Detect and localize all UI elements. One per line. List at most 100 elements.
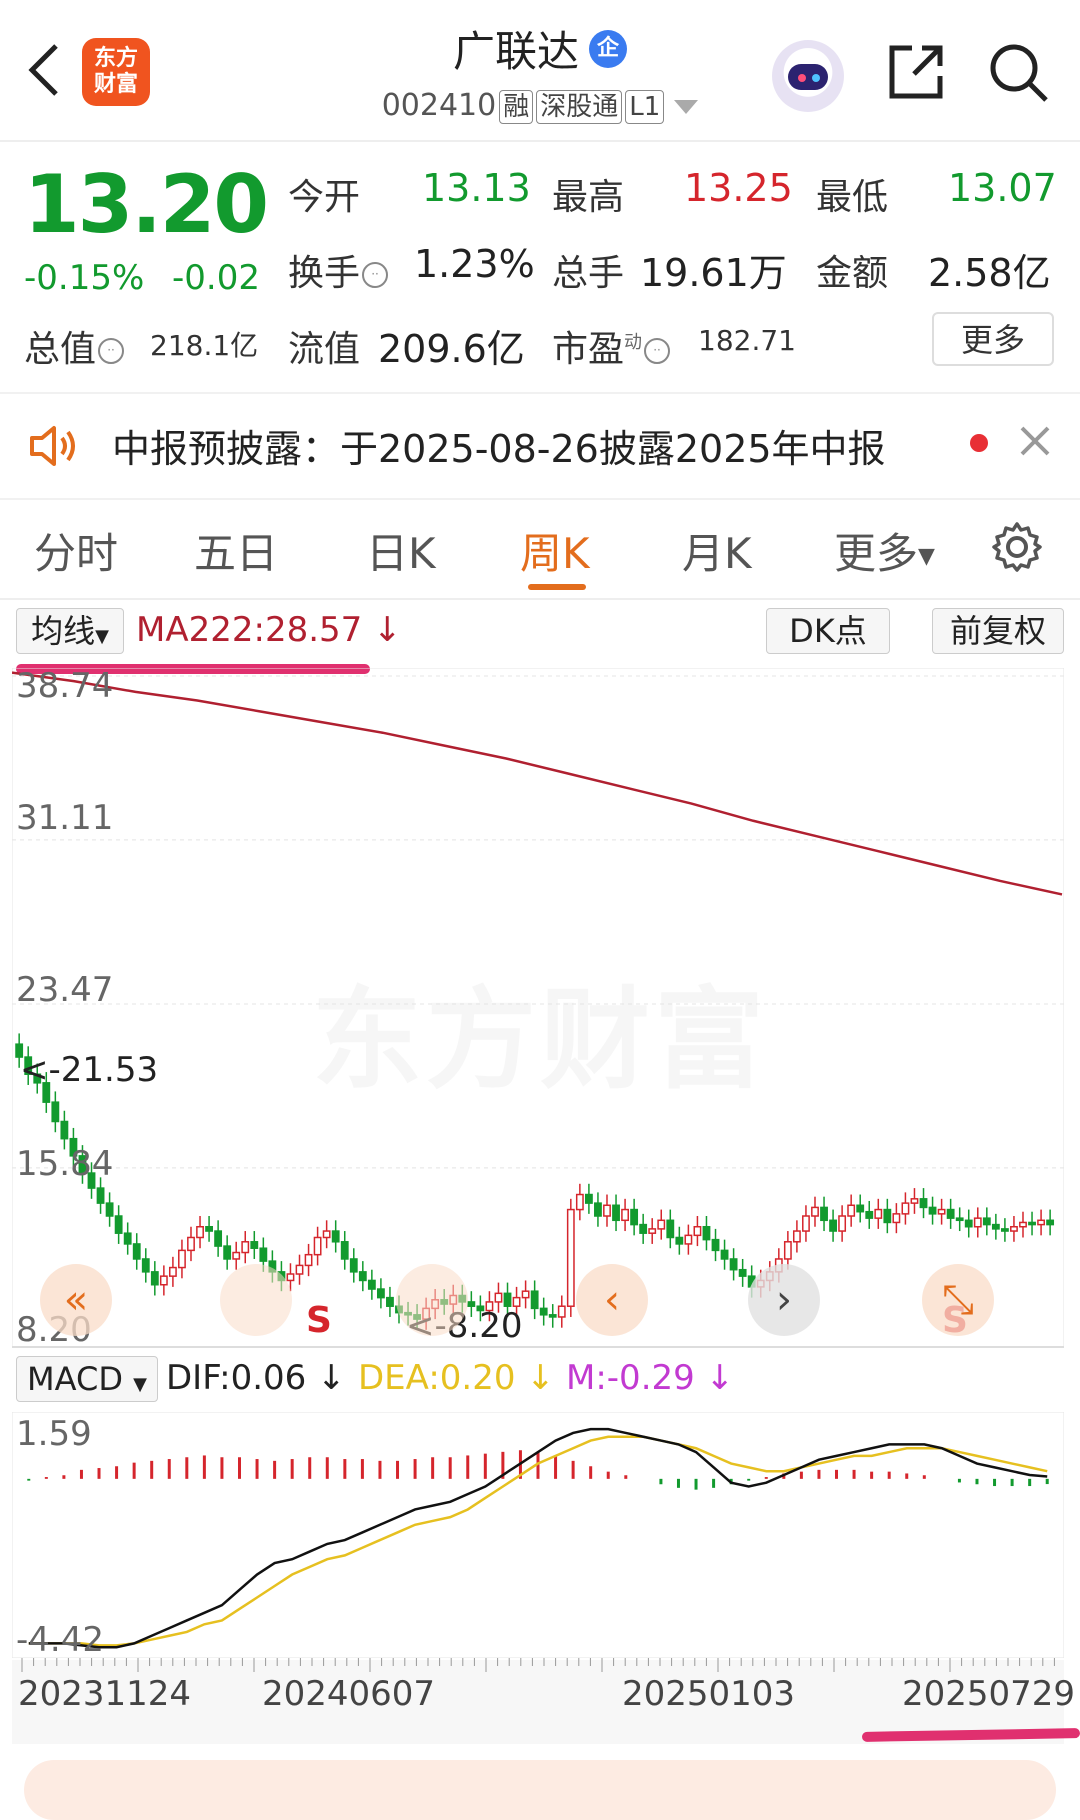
chevron-down-icon[interactable] xyxy=(674,99,699,114)
candle xyxy=(802,1215,810,1232)
y-tick-label: 31.11 xyxy=(16,798,114,838)
tab-daily-k[interactable]: 日K xyxy=(366,520,436,581)
more-button[interactable]: 更多 xyxy=(932,312,1054,366)
search-icon[interactable] xyxy=(986,40,1050,104)
candle xyxy=(919,1198,928,1209)
candle xyxy=(205,1225,213,1232)
candle xyxy=(241,1241,250,1254)
candle xyxy=(928,1206,937,1215)
candle xyxy=(331,1230,340,1243)
ma-select[interactable]: 均线▼ xyxy=(16,608,124,654)
candle xyxy=(630,1208,639,1226)
fullscreen-icon[interactable]: ⤡ xyxy=(922,1264,994,1336)
x-tick-label: 20231124 xyxy=(18,1674,192,1714)
candle xyxy=(584,1193,593,1204)
chart-border xyxy=(12,668,1064,1348)
enterprise-badge: 企 xyxy=(589,29,627,68)
info-icon[interactable]: ·· xyxy=(362,262,389,288)
candle xyxy=(521,1290,530,1299)
candle xyxy=(132,1243,141,1260)
candle xyxy=(223,1245,232,1260)
info-icon[interactable]: ·· xyxy=(98,338,125,364)
notice-bar[interactable]: 中报预披露：于2025-08-26披露2025年中报 xyxy=(0,392,1080,500)
tab-more[interactable]: 更多▼ xyxy=(834,520,935,581)
share-icon[interactable] xyxy=(884,40,948,104)
float-label: 流值 xyxy=(288,329,361,370)
candle xyxy=(159,1275,168,1286)
info-icon[interactable]: ·· xyxy=(644,338,671,364)
candle xyxy=(349,1258,358,1273)
indicator-select[interactable]: MACD ▼ xyxy=(16,1356,158,1402)
stock-code: 002410 xyxy=(381,88,497,123)
candle xyxy=(114,1215,123,1234)
triangle-down-icon: ▼ xyxy=(918,544,935,569)
tab-five-day[interactable]: 五日 xyxy=(194,520,278,581)
turnover-label-text: 换手 xyxy=(288,253,361,294)
zoom-in-icon[interactable] xyxy=(396,1264,468,1336)
adjust-button[interactable]: 前复权 xyxy=(932,608,1064,654)
zoom-out-icon[interactable] xyxy=(220,1264,292,1336)
amount-value: 2.58亿 xyxy=(928,251,1051,295)
active-tab-indicator xyxy=(528,584,586,590)
tab-intraday[interactable]: 分时 xyxy=(34,520,118,581)
candle xyxy=(693,1225,702,1237)
candle xyxy=(566,1208,575,1307)
candle xyxy=(901,1202,910,1215)
close-icon[interactable] xyxy=(1018,424,1052,458)
candle xyxy=(982,1217,991,1226)
open-value: 13.13 xyxy=(422,166,531,210)
x-tick-label: 20240607 xyxy=(262,1674,436,1714)
pe-sup: 动 xyxy=(624,332,643,353)
candle xyxy=(621,1208,629,1222)
x-axis-ticks xyxy=(21,1658,1055,1672)
candle xyxy=(295,1264,304,1275)
y-tick-label: 38.74 xyxy=(16,666,114,706)
candle xyxy=(720,1249,729,1260)
speaker-icon xyxy=(30,426,75,466)
current-price: 13.20 xyxy=(24,158,269,251)
rewind-icon[interactable]: « xyxy=(40,1264,112,1336)
triangle-down-icon: ▼ xyxy=(133,1374,147,1395)
scroll-left-icon[interactable]: ‹ xyxy=(576,1264,648,1336)
high-value: 13.25 xyxy=(684,166,793,210)
kline-chart[interactable] xyxy=(12,668,1064,1348)
ai-assistant-icon[interactable] xyxy=(772,40,844,112)
candle xyxy=(973,1217,982,1228)
scroll-right-icon[interactable]: › xyxy=(748,1264,820,1336)
mktcap-value: 218.1亿 xyxy=(150,329,259,362)
dea-value: DEA:0.20 ↓ xyxy=(358,1358,555,1398)
candle xyxy=(1000,1228,1009,1232)
candle xyxy=(964,1219,973,1228)
tag-sz-connect: 深股通 xyxy=(536,90,623,124)
macd-chart[interactable] xyxy=(12,1412,1064,1658)
candle xyxy=(340,1241,349,1260)
candle xyxy=(838,1215,847,1232)
candle xyxy=(539,1307,548,1316)
tabs-divider xyxy=(0,598,1080,600)
bottom-bar[interactable] xyxy=(24,1760,1056,1820)
dk-points-button[interactable]: DK点 xyxy=(766,608,890,654)
candle xyxy=(575,1193,584,1211)
tab-more-label: 更多 xyxy=(834,529,919,578)
candle xyxy=(883,1208,892,1224)
low-value: 13.07 xyxy=(948,166,1057,210)
candle xyxy=(991,1223,1000,1230)
candle xyxy=(910,1198,919,1204)
candle xyxy=(503,1292,512,1307)
candle xyxy=(675,1236,684,1245)
candle xyxy=(648,1228,657,1234)
candle xyxy=(259,1247,268,1262)
y-tick-label: 15.84 xyxy=(16,1144,114,1184)
tab-weekly-k[interactable]: 周K xyxy=(520,520,590,581)
candle xyxy=(666,1219,675,1239)
tab-monthly-k[interactable]: 月K xyxy=(682,520,752,581)
tag-l1: L1 xyxy=(625,90,665,124)
candle xyxy=(856,1204,865,1213)
candle xyxy=(530,1290,539,1310)
candle xyxy=(51,1101,60,1123)
settings-gear-icon[interactable] xyxy=(990,520,1044,574)
candle xyxy=(729,1258,738,1271)
candle xyxy=(196,1225,204,1239)
candle xyxy=(557,1305,566,1318)
ma222-line xyxy=(12,671,1063,896)
